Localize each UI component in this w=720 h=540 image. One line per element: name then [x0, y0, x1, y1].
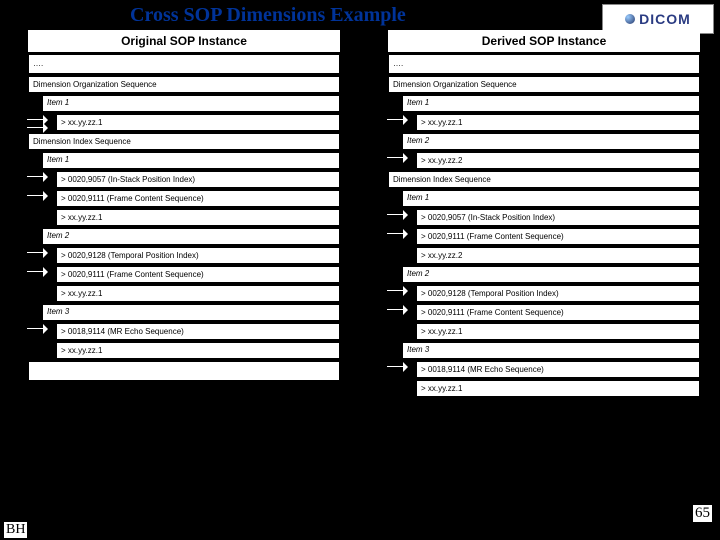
attr-row: > 0020,9111 (Frame Content Sequence) — [416, 304, 700, 321]
dim-idx-seq-row: Dimension Index Sequence — [388, 171, 700, 188]
arrow-icon — [27, 266, 53, 277]
logo-globe-icon — [625, 14, 635, 24]
logo-text: DICOM — [639, 11, 691, 27]
uid-row: > xx.yy.zz.1 — [416, 323, 700, 340]
attr-row: > 0018,9114 (MR Echo Sequence) — [416, 361, 700, 378]
attr-row: > 0020,9111 (Frame Content Sequence) — [56, 266, 340, 283]
arrow-icon — [27, 323, 53, 334]
uid-row: > xx.yy.zz.1 — [56, 114, 340, 131]
dim-org-seq-row: Dimension Organization Sequence — [388, 76, 700, 93]
attr-row: > 0020,9128 (Temporal Position Index) — [56, 247, 340, 264]
arrow-icon — [387, 304, 413, 315]
arrow-icon — [387, 285, 413, 296]
dim-org-item2: Item 2 — [402, 133, 700, 150]
page-number: 65 — [693, 505, 712, 522]
uid-row: > xx.yy.zz.1 — [56, 342, 340, 359]
slide-title: Cross SOP Dimensions Example — [130, 4, 406, 27]
attr-row: > 0020,9057 (In-Stack Position Index) — [416, 209, 700, 226]
uid-row: > xx.yy.zz.1 — [56, 209, 340, 226]
dim-org-item1: Item 1 — [42, 95, 340, 112]
dim-org-seq-row: Dimension Organization Sequence — [28, 76, 340, 93]
attr-row: > 0020,9057 (In-Stack Position Index) — [56, 171, 340, 188]
uid-row: > xx.yy.zz.1 — [56, 285, 340, 302]
attr-row: > 0020,9111 (Frame Content Sequence) — [416, 228, 700, 245]
original-sop-header: Original SOP Instance — [28, 30, 340, 52]
arrow-icon — [27, 171, 53, 182]
attr-row: > 0020,9111 (Frame Content Sequence) — [56, 190, 340, 207]
attr-row: > 0020,9128 (Temporal Position Index) — [416, 285, 700, 302]
uid-row: > xx.yy.zz.2 — [416, 247, 700, 264]
dim-idx-item3: Item 3 — [402, 342, 700, 359]
dim-idx-seq-row: Dimension Index Sequence — [28, 133, 340, 150]
original-sop-panel: Original SOP Instance …. Dimension Organ… — [28, 30, 340, 383]
attr-row: > 0018,9114 (MR Echo Sequence) — [56, 323, 340, 340]
trailing-row — [28, 361, 340, 381]
ellipsis-row: …. — [28, 54, 340, 74]
arrow-icon — [387, 361, 413, 372]
dim-org-item1: Item 1 — [402, 95, 700, 112]
uid-row: > xx.yy.zz.1 — [416, 380, 700, 397]
dim-idx-item2: Item 2 — [402, 266, 700, 283]
author-initials: BH — [4, 522, 27, 538]
dim-idx-item1: Item 1 — [402, 190, 700, 207]
ellipsis-row: …. — [388, 54, 700, 74]
dim-idx-item2: Item 2 — [42, 228, 340, 245]
derived-sop-header: Derived SOP Instance — [388, 30, 700, 52]
arrow-icon — [27, 122, 53, 133]
dim-idx-item3: Item 3 — [42, 304, 340, 321]
arrow-icon — [27, 247, 53, 258]
uid-row: > xx.yy.zz.2 — [416, 152, 700, 169]
arrow-icon — [387, 209, 413, 220]
dim-idx-item1: Item 1 — [42, 152, 340, 169]
arrow-icon — [27, 190, 53, 201]
arrow-icon — [387, 152, 413, 163]
derived-sop-panel: Derived SOP Instance …. Dimension Organi… — [388, 30, 700, 399]
arrow-icon — [387, 114, 413, 125]
arrow-icon — [387, 228, 413, 239]
uid-row: > xx.yy.zz.1 — [416, 114, 700, 131]
